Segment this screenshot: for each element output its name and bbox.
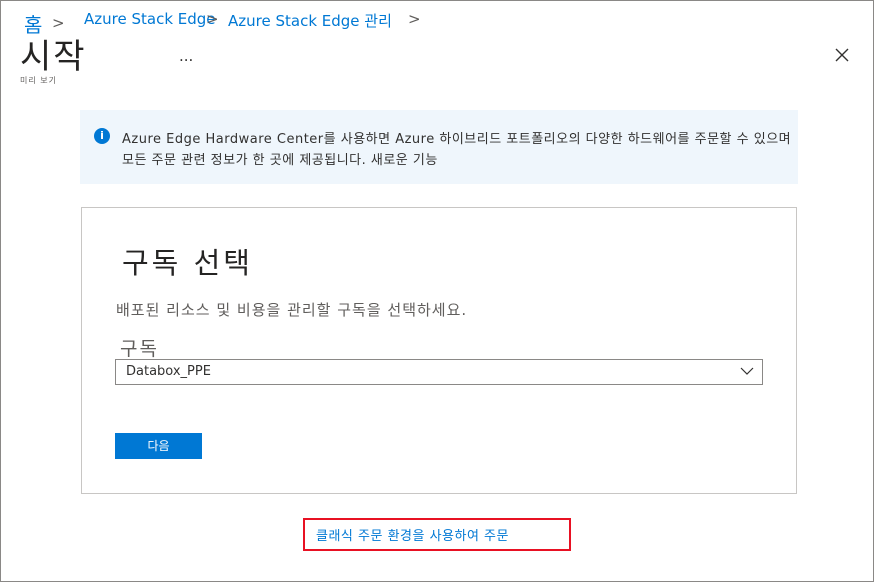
subscription-selected-value: Databox_PPE — [126, 364, 211, 379]
subscription-label: 구독 — [120, 338, 159, 360]
page-subtitle: 미리 보기 — [20, 76, 57, 85]
classic-order-link[interactable]: 클래식 주문 환경을 사용하여 주문 — [316, 525, 509, 544]
breadcrumb-azure-stack-edge-manage[interactable]: Azure Stack Edge 관리 — [228, 10, 392, 31]
breadcrumb-home[interactable]: 홈 — [24, 9, 43, 38]
page-title: 시작 — [20, 37, 87, 77]
card-title: 구독 선택 — [122, 246, 253, 280]
subscription-dropdown[interactable]: Databox_PPE — [115, 359, 763, 385]
close-icon[interactable] — [833, 46, 851, 64]
banner-text-line2: 모든 주문 관련 정보가 한 곳에 제공됩니다. 새로운 기능 — [122, 153, 438, 168]
more-options-button[interactable]: ... — [179, 47, 193, 65]
breadcrumb-separator: > — [408, 10, 421, 28]
info-banner — [80, 110, 798, 184]
breadcrumb-azure-stack-edge[interactable]: Azure Stack Edge — [84, 10, 216, 28]
info-icon: i — [94, 128, 110, 144]
card-description: 배포된 리소스 및 비용을 관리할 구독을 선택하세요. — [116, 301, 468, 319]
banner-text-line1: Azure Edge Hardware Center를 사용하면 Azure 하… — [122, 132, 792, 147]
breadcrumb-separator: > — [206, 10, 219, 28]
breadcrumb-separator: > — [52, 14, 65, 32]
chevron-down-icon — [740, 367, 754, 375]
next-button[interactable]: 다음 — [115, 433, 202, 459]
